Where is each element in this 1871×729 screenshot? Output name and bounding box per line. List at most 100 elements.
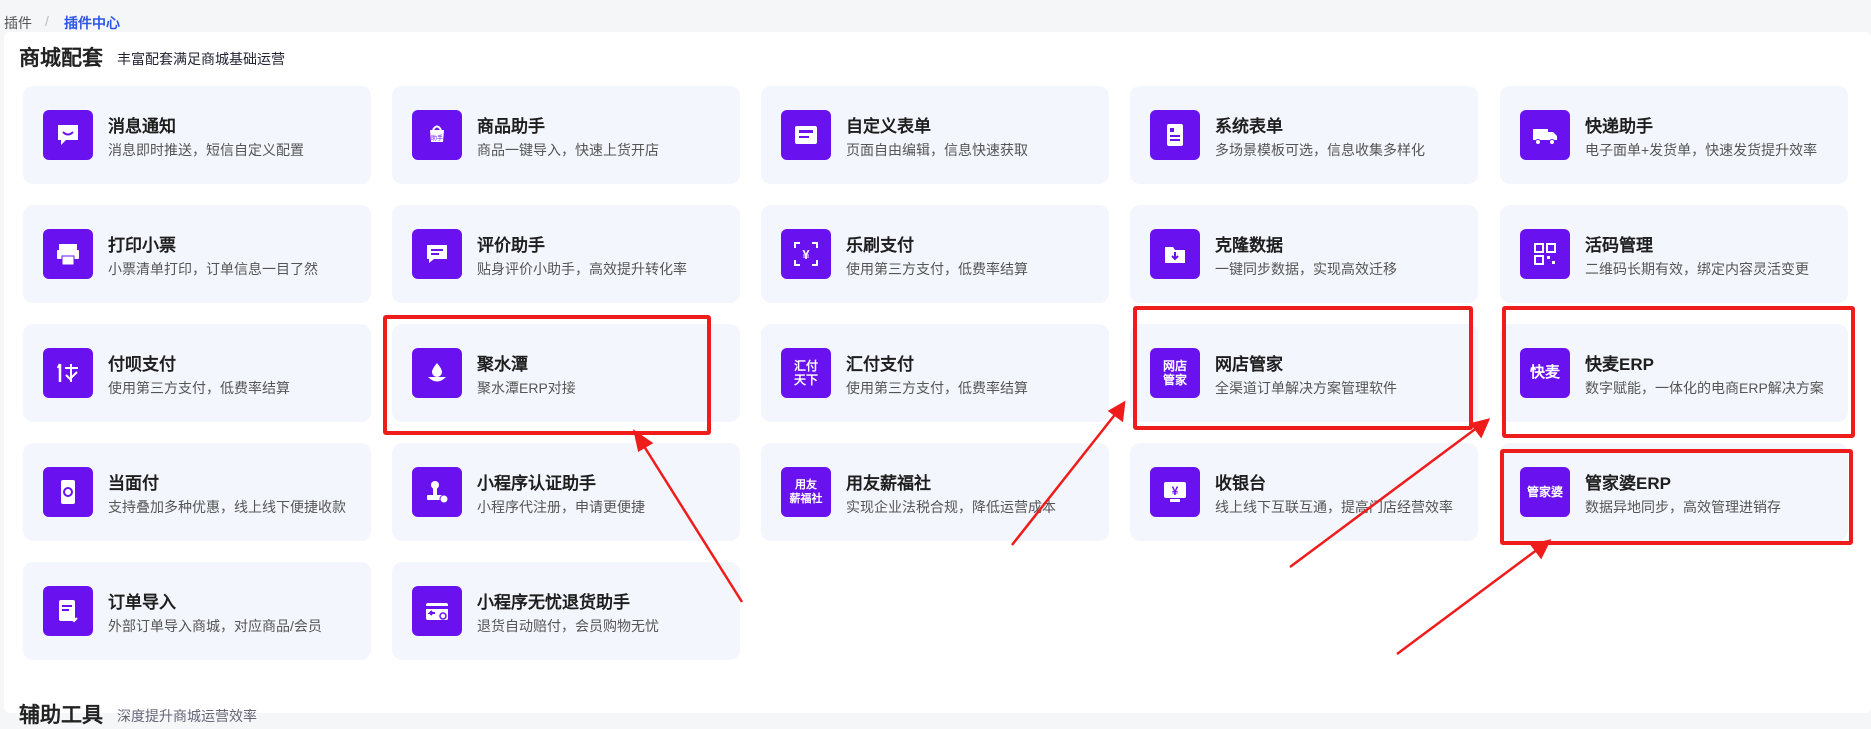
document-icon (1150, 110, 1200, 160)
qrcode-icon (1520, 229, 1570, 279)
card-title: 汇付支付 (846, 355, 914, 374)
kuaimai-logo-text: 快麦 (1529, 364, 1560, 381)
card-desc: 数字赋能，一体化的电商ERP解决方案 (1585, 380, 1824, 396)
plugin-card-goods-helper[interactable]: 助手 商品助手 商品一键导入，快速上货开店 (392, 86, 740, 184)
card-desc: 实现企业法税合规，降低运营成本 (846, 499, 1056, 515)
plugin-card-message-notify[interactable]: 消息通知 消息即时推送，短信自定义配置 (23, 86, 371, 184)
plugin-card-jushuitan[interactable]: 聚水潭 聚水潭ERP对接 (392, 324, 740, 422)
card-desc: 电子面单+发货单，快速发货提升效率 (1585, 142, 1818, 158)
yen-scan-icon: ¥ (781, 229, 831, 279)
card-desc: 使用第三方支付，低费率结算 (846, 380, 1028, 396)
form-icon (781, 110, 831, 160)
guanjiapo-logo-icon: 管家婆 (1520, 467, 1570, 517)
card-title: 快递助手 (1585, 117, 1653, 136)
phone-pay-icon (43, 467, 93, 517)
card-title: 收银台 (1215, 474, 1266, 493)
breadcrumb-separator: / (45, 13, 49, 29)
plugin-card-yonyou[interactable]: 用友 薪福社 用友薪福社 实现企业法税合规，降低运营成本 (761, 443, 1109, 541)
stamp-icon (412, 467, 462, 517)
card-title: 商品助手 (477, 117, 545, 136)
plugin-card-system-form[interactable]: 系统表单 多场景模板可选，信息收集多样化 (1130, 86, 1478, 184)
plugin-card-fubei-pay[interactable]: 付呗支付 使用第三方支付，低费率结算 (23, 324, 371, 422)
comment-icon (412, 229, 462, 279)
card-title: 订单导入 (108, 593, 176, 612)
card-desc: 支持叠加多种优惠，线上线下便捷收款 (108, 499, 346, 515)
plugin-card-custom-form[interactable]: 自定义表单 页面自由编辑，信息快速获取 (761, 86, 1109, 184)
card-title: 小程序认证助手 (477, 474, 596, 493)
plugin-card-kuaimai-erp[interactable]: 快麦 快麦ERP 数字赋能，一体化的电商ERP解决方案 (1500, 324, 1848, 422)
svg-text:¥: ¥ (802, 247, 810, 262)
wangdian-logo-icon: 网店 管家 (1150, 348, 1200, 398)
folder-download-icon (1150, 229, 1200, 279)
plugin-card-live-code[interactable]: 活码管理 二维码长期有效，绑定内容灵活变更 (1500, 205, 1848, 303)
card-desc: 外部订单导入商城，对应商品/会员 (108, 618, 322, 634)
card-title: 评价助手 (477, 236, 545, 255)
fubei-pay-icon (43, 348, 93, 398)
cashier-icon: ¥ (1150, 467, 1200, 517)
plugin-card-clone-data[interactable]: 克隆数据 一键同步数据，实现高效迁移 (1130, 205, 1478, 303)
card-desc: 消息即时推送，短信自定义配置 (108, 142, 304, 158)
card-desc: 小票清单打印，订单信息一目了然 (108, 261, 318, 277)
card-title: 系统表单 (1215, 117, 1283, 136)
water-drop-icon (412, 348, 462, 398)
card-desc: 贴身评价小助手，高效提升转化率 (477, 261, 687, 277)
card-title: 自定义表单 (846, 117, 931, 136)
breadcrumb-current: 插件中心 (64, 15, 120, 31)
shopping-bag-icon-label: 助手 (431, 134, 443, 142)
card-title: 付呗支付 (108, 355, 176, 374)
card-title: 克隆数据 (1215, 236, 1283, 255)
plugin-card-return-helper[interactable]: 小程序无忧退货助手 退货自动赔付，会员购物无忧 (392, 562, 740, 660)
card-desc: 页面自由编辑，信息快速获取 (846, 142, 1028, 158)
plugin-card-print-receipt[interactable]: 打印小票 小票清单打印，订单信息一目了然 (23, 205, 371, 303)
section-desc: 丰富配套满足商城基础运营 (117, 51, 285, 67)
card-desc: 二维码长期有效，绑定内容灵活变更 (1585, 261, 1809, 277)
guanjiapo-logo-text: 管家婆 (1526, 485, 1563, 499)
plugin-card-express-helper[interactable]: 快递助手 电子面单+发货单，快速发货提升效率 (1500, 86, 1848, 184)
plugin-card-guanjiapo-erp[interactable]: 管家婆 管家婆ERP 数据异地同步，高效管理进销存 (1500, 443, 1848, 541)
card-desc: 多场景模板可选，信息收集多样化 (1215, 142, 1425, 158)
plugin-card-leshua-pay[interactable]: ¥ 乐刷支付 使用第三方支付，低费率结算 (761, 205, 1109, 303)
plugin-card-order-import[interactable]: 订单导入 外部订单导入商城，对应商品/会员 (23, 562, 371, 660)
card-desc: 使用第三方支付，低费率结算 (846, 261, 1028, 277)
plugin-card-review-helper[interactable]: 评价助手 贴身评价小助手，高效提升转化率 (392, 205, 740, 303)
shopping-bag-icon: 助手 (412, 110, 462, 160)
huifu-logo-text: 汇付 天下 (793, 359, 818, 387)
card-desc: 小程序代注册，申请更便捷 (477, 499, 645, 515)
card-desc: 退货自动赔付，会员购物无忧 (477, 618, 659, 634)
card-desc: 一键同步数据，实现高效迁移 (1215, 261, 1397, 277)
plugin-card-wangdian-guanjia[interactable]: 网店 管家 网店管家 全渠道订单解决方案管理软件 (1130, 324, 1478, 422)
plugin-card-miniapp-cert[interactable]: 小程序认证助手 小程序代注册，申请更便捷 (392, 443, 740, 541)
card-title: 当面付 (108, 474, 159, 493)
card-title: 管家婆ERP (1585, 474, 1671, 493)
card-desc: 全渠道订单解决方案管理软件 (1215, 380, 1397, 396)
truck-icon (1520, 110, 1570, 160)
card-title: 用友薪福社 (846, 474, 931, 493)
card-desc: 商品一键导入，快速上货开店 (477, 142, 659, 158)
card-title: 快麦ERP (1585, 355, 1654, 374)
card-title: 网店管家 (1215, 355, 1283, 374)
svg-text:¥: ¥ (1172, 484, 1179, 498)
card-desc: 使用第三方支付，低费率结算 (108, 380, 290, 396)
section2-title: 辅助工具 (19, 704, 103, 727)
section-title: 商城配套 (19, 47, 103, 70)
breadcrumb-root-link[interactable]: 插件 (4, 13, 32, 33)
kuaimai-logo-icon: 快麦 (1520, 348, 1570, 398)
card-desc: 线上线下互联互通，提高门店经营效率 (1215, 499, 1453, 515)
yonyou-logo-icon: 用友 薪福社 (781, 467, 831, 517)
card-title: 活码管理 (1585, 236, 1653, 255)
card-desc: 数据异地同步，高效管理进销存 (1585, 499, 1781, 515)
section2-desc: 深度提升商城运营效率 (117, 708, 257, 724)
wangdian-logo-text: 网店 管家 (1162, 359, 1187, 387)
chat-bubble-icon (43, 110, 93, 160)
breadcrumb: 插件 / 插件中心 (0, 0, 1871, 32)
card-title: 小程序无忧退货助手 (477, 593, 630, 612)
printer-icon (43, 229, 93, 279)
card-title: 消息通知 (108, 117, 176, 136)
card-title: 打印小票 (108, 236, 176, 255)
plugin-card-cashier[interactable]: ¥ 收银台 线上线下互联互通，提高门店经营效率 (1130, 443, 1478, 541)
card-title: 乐刷支付 (846, 236, 914, 255)
plugin-card-huifu-pay[interactable]: 汇付 天下 汇付支付 使用第三方支付，低费率结算 (761, 324, 1109, 422)
plugin-card-face-pay[interactable]: 当面付 支持叠加多种优惠，线上线下便捷收款 (23, 443, 371, 541)
order-import-icon (43, 586, 93, 636)
card-title: 聚水潭 (477, 355, 528, 374)
